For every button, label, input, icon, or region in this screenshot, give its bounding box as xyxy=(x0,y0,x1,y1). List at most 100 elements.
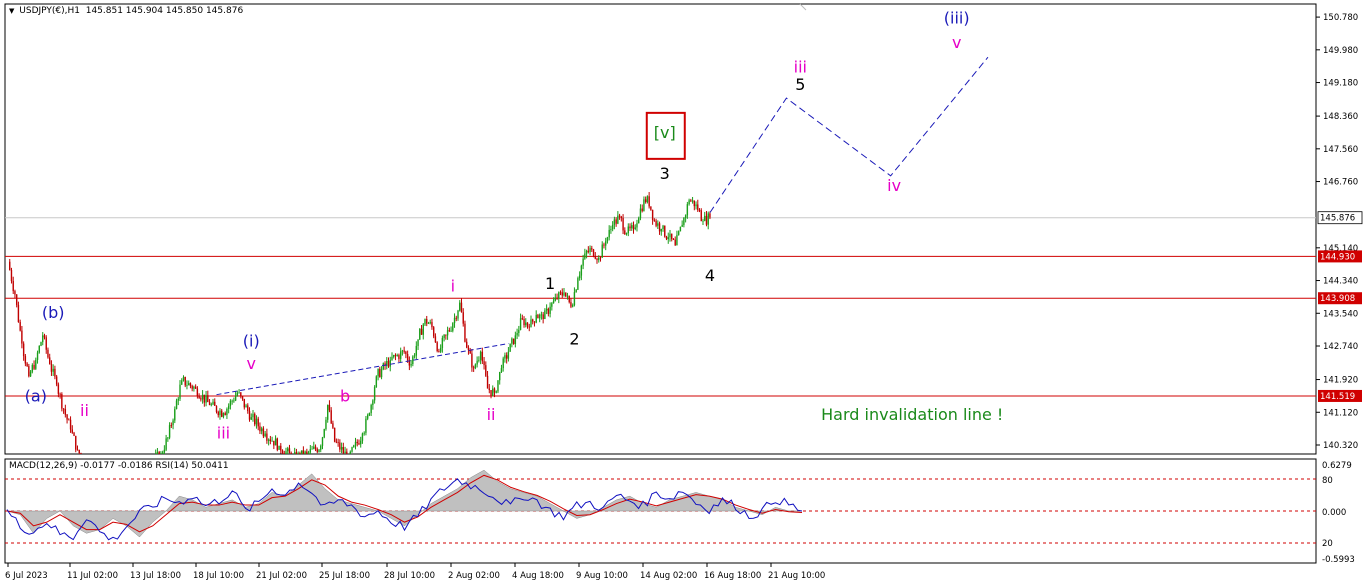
candle-body xyxy=(167,437,169,439)
candle-body xyxy=(78,449,80,454)
dropdown-triangle-icon[interactable]: ▼ xyxy=(9,7,14,15)
candle-body xyxy=(405,351,407,355)
candle-body xyxy=(540,314,543,316)
candle-body xyxy=(611,224,614,230)
candle-body xyxy=(403,350,405,352)
candle-body xyxy=(217,411,219,416)
candle-body xyxy=(323,429,325,438)
candle-body xyxy=(31,364,34,372)
candle-body xyxy=(644,199,647,203)
candle-body xyxy=(54,368,56,377)
candle-body xyxy=(71,429,73,433)
candle-body xyxy=(622,218,624,231)
candle-body xyxy=(665,236,668,240)
candle-body xyxy=(594,256,596,259)
candle-body xyxy=(476,360,478,365)
candle-body xyxy=(21,330,23,344)
candle-body xyxy=(523,319,525,326)
candle-body xyxy=(658,223,661,232)
candle-body xyxy=(321,437,324,446)
candle-body xyxy=(254,413,256,425)
candle-body xyxy=(288,448,291,454)
indicator-tick-label: 0.6279 xyxy=(1322,461,1352,471)
candle-body xyxy=(497,380,499,392)
candle-body xyxy=(260,428,263,432)
candle-body xyxy=(479,351,482,360)
price-tick-label: 146.760 xyxy=(1323,178,1358,188)
candle-body xyxy=(525,322,527,326)
candle-body xyxy=(462,312,464,324)
candle-body xyxy=(373,387,376,401)
candle-body xyxy=(545,308,548,311)
candle-body xyxy=(466,341,468,348)
candle-body xyxy=(280,445,282,451)
candle-body xyxy=(439,347,442,352)
candle-body xyxy=(361,433,364,441)
candle-body xyxy=(318,449,320,452)
candle-body xyxy=(481,351,484,362)
candle-body xyxy=(631,225,633,229)
candle-body xyxy=(530,319,532,328)
candle-body xyxy=(354,441,357,446)
candle-body xyxy=(257,418,259,427)
candle-body xyxy=(349,451,351,454)
candle-body xyxy=(669,233,671,238)
candle-body xyxy=(45,337,47,350)
candle-body xyxy=(558,292,560,299)
candle-body xyxy=(68,419,70,421)
candle-body xyxy=(460,302,463,313)
candle-body xyxy=(504,355,506,359)
candle-body xyxy=(281,450,284,454)
candle-body xyxy=(396,355,398,356)
candle-body xyxy=(186,385,188,386)
candle-body xyxy=(707,213,709,225)
candle-body xyxy=(76,449,79,451)
candle-body xyxy=(431,322,433,328)
candle-body xyxy=(452,323,454,331)
candle-body xyxy=(302,450,305,454)
candle-body xyxy=(679,226,682,232)
candle-body xyxy=(205,395,207,403)
candle-body xyxy=(278,445,280,450)
wave-label: (a) xyxy=(25,387,47,406)
candle-body xyxy=(648,196,650,207)
candle-body xyxy=(264,433,266,437)
candle-body xyxy=(42,335,44,343)
candle-body xyxy=(585,250,588,254)
candle-body xyxy=(542,314,544,319)
chart-root: 150.780 149.980 149.180 148.360 147.560 146.7… xyxy=(0,0,1366,588)
candle-body xyxy=(24,356,27,364)
time-tick-label: 21 Jul 02:00 xyxy=(256,571,307,581)
candle-body xyxy=(360,440,362,445)
candle-body xyxy=(17,304,20,323)
candle-body xyxy=(641,208,643,211)
candle-body xyxy=(351,447,353,452)
candle-body xyxy=(697,204,699,211)
candle-body xyxy=(201,394,204,400)
candle-body xyxy=(608,229,610,238)
candle-body xyxy=(43,335,46,338)
candle-body xyxy=(333,427,336,442)
candle-body xyxy=(443,334,445,338)
candle-body xyxy=(512,338,515,344)
level-badge-label: 141.519 xyxy=(1320,392,1355,402)
candle-body xyxy=(75,435,77,450)
candle-body xyxy=(434,336,437,343)
candle-body xyxy=(332,423,334,428)
wave-label: b xyxy=(340,387,350,406)
candle-body xyxy=(571,305,574,307)
candle-body xyxy=(624,230,626,235)
candle-body xyxy=(221,410,223,417)
main-chart-frame xyxy=(4,3,1317,455)
candle-body xyxy=(577,278,579,290)
price-tick-label: 141.120 xyxy=(1323,408,1358,418)
wave-label: 3 xyxy=(660,164,670,183)
candle-body xyxy=(175,400,178,409)
candle-body xyxy=(198,396,200,399)
candle-body xyxy=(212,401,214,405)
indicator-tick-label: 0.000 xyxy=(1322,508,1346,518)
candle-body xyxy=(419,328,421,340)
candle-body xyxy=(617,215,619,224)
candle-body xyxy=(426,319,428,324)
candle-body xyxy=(695,204,697,207)
